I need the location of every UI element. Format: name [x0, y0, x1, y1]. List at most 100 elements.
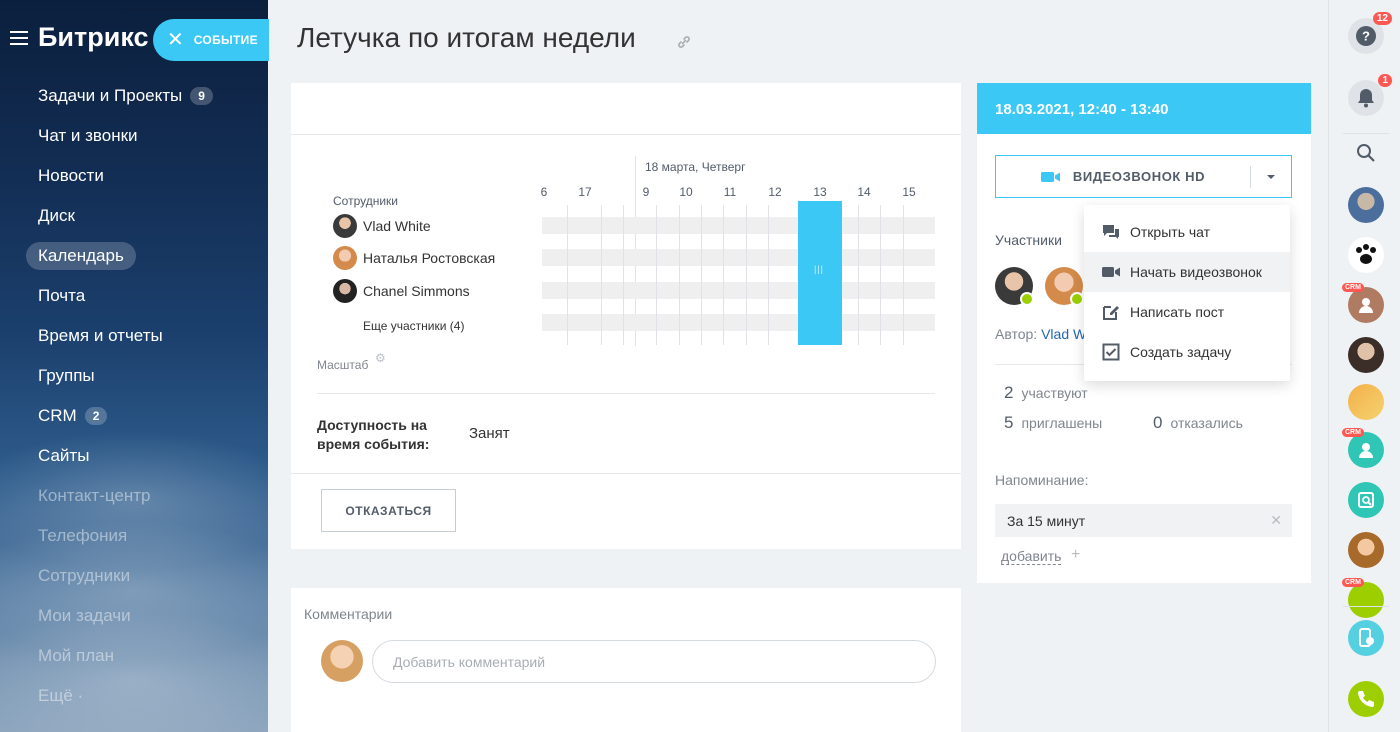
search-button[interactable] — [1348, 135, 1384, 171]
sidebar-item-label: Календарь — [26, 242, 136, 270]
video-call-main[interactable]: ВИДЕОЗВОНОК HD — [996, 156, 1250, 197]
comment-input[interactable] — [372, 640, 936, 683]
stat-declined[interactable]: 0 отказались — [1153, 413, 1243, 433]
video-call-dropdown[interactable] — [1251, 156, 1291, 197]
sidebar-item-more[interactable]: Ещё · — [26, 676, 268, 716]
sidebar-item-mail[interactable]: Почта — [26, 276, 268, 316]
contact-avatar[interactable] — [1348, 237, 1384, 273]
drag-handle-icon[interactable]: ||| — [814, 264, 824, 274]
employee-row[interactable]: Vlad White — [333, 214, 431, 238]
contact-avatar[interactable] — [1348, 337, 1384, 373]
contact-avatar[interactable]: CRM — [1342, 578, 1384, 618]
notifications-button[interactable]: 1 — [1348, 74, 1392, 116]
help-counter-badge: 12 — [1372, 12, 1392, 25]
call-button[interactable] — [1348, 681, 1384, 717]
planner-date-label: 18 марта, Четверг — [645, 160, 746, 174]
menu-item-open-chat[interactable]: Открыть чат — [1084, 212, 1290, 252]
reminder-item[interactable]: За 15 минут ✕ — [995, 504, 1292, 537]
author-row: Автор: Vlad W — [995, 326, 1086, 342]
sidebar-item-my-plan[interactable]: Мой план — [26, 636, 268, 676]
sidebar-item-sites[interactable]: Сайты — [26, 436, 268, 476]
menu-item-label: Открыть чат — [1130, 224, 1211, 240]
open-lines-button[interactable] — [1348, 482, 1384, 518]
reminder-value: За 15 минут — [1007, 513, 1086, 529]
sidebar-item-crm[interactable]: CRM 2 — [26, 396, 268, 436]
sidebar-item-groups[interactable]: Группы — [26, 356, 268, 396]
grid-line — [656, 205, 657, 345]
grid-line — [746, 205, 747, 345]
check-icon — [1070, 292, 1084, 306]
sidebar-item-label: Сотрудники — [38, 566, 131, 585]
event-time-selection[interactable]: ||| — [798, 201, 842, 345]
sidebar-item-telephony[interactable]: Телефония — [26, 516, 268, 556]
menu-icon[interactable] — [10, 30, 28, 45]
author-link[interactable]: Vlad W — [1041, 326, 1086, 342]
stat-invited[interactable]: 5 приглашены — [1004, 413, 1102, 433]
help-button[interactable]: ? 12 — [1348, 12, 1392, 54]
sidebar-item-news[interactable]: Новости — [26, 156, 268, 196]
stat-count: 5 — [1004, 413, 1014, 432]
grid-line — [880, 205, 881, 345]
scale-label: Масштаб — [317, 358, 369, 372]
plus-icon[interactable]: + — [1071, 546, 1080, 564]
sidebar-item-tasks[interactable]: Задачи и Проекты 9 — [26, 76, 268, 116]
hour-label: 13 — [813, 185, 827, 199]
sidebar-item-label: Время и отчеты — [38, 326, 163, 345]
page-title: Летучка по итогам недели — [297, 22, 636, 53]
more-participants-link[interactable]: Еще участники (4) — [363, 319, 464, 333]
employee-name: Vlad White — [363, 218, 431, 234]
question-icon: ? — [1356, 26, 1376, 46]
logo[interactable]: Битрикс — [38, 22, 149, 53]
user-icon — [1359, 298, 1373, 313]
contact-avatar[interactable] — [1348, 187, 1384, 223]
contact-avatar[interactable]: CRM — [1342, 428, 1384, 468]
availability-label: Доступность на время события: — [317, 417, 430, 452]
phone-device-icon — [1359, 628, 1374, 647]
contact-avatar[interactable]: CRM — [1342, 283, 1384, 323]
sidebar-item-my-tasks[interactable]: Мои задачи — [26, 596, 268, 636]
sidebar-item-time-reports[interactable]: Время и отчеты — [26, 316, 268, 356]
decline-button[interactable]: ОТКАЗАТЬСЯ — [321, 489, 456, 532]
grid-line — [567, 205, 568, 345]
menu-item-write-post[interactable]: Написать пост — [1084, 292, 1290, 332]
availability-value[interactable]: Занят — [469, 425, 510, 442]
link-icon[interactable] — [676, 34, 692, 50]
hour-label: 15 — [902, 185, 916, 199]
edit-icon — [1103, 306, 1119, 320]
employee-row[interactable]: Chanel Simmons — [333, 279, 470, 303]
menu-item-create-task[interactable]: Создать задачу — [1084, 332, 1290, 372]
counter-badge: 9 — [190, 87, 213, 105]
divider — [317, 393, 935, 394]
add-reminder-link[interactable]: добавить — [1001, 548, 1062, 565]
menu-item-start-video[interactable]: Начать видеозвонок — [1084, 252, 1290, 292]
user-icon — [1359, 443, 1373, 458]
shared-screen-button[interactable] — [1348, 620, 1384, 656]
sidebar-item-label: Чат и звонки — [38, 126, 138, 145]
close-icon[interactable]: ✕ — [1270, 512, 1282, 529]
contact-avatar[interactable] — [1348, 532, 1384, 568]
sidebar-item-chat[interactable]: Чат и звонки — [26, 116, 268, 156]
sidebar-item-label: Ещё · — [38, 686, 84, 705]
event-button-label: СОБЫТИЕ — [193, 33, 258, 47]
paw-icon — [1356, 244, 1376, 264]
sidebar-item-employees[interactable]: Сотрудники — [26, 556, 268, 596]
gear-icon[interactable]: ⚙ — [375, 351, 386, 365]
chat-icon — [1103, 225, 1119, 239]
close-event-button[interactable]: ✕ СОБЫТИЕ — [153, 19, 269, 61]
hour-label: 14 — [857, 185, 871, 199]
grid-line — [858, 205, 859, 345]
sidebar-item-contact-center[interactable]: Контакт-центр — [26, 476, 268, 516]
contact-avatar[interactable] — [1348, 384, 1384, 420]
video-call-button[interactable]: ВИДЕОЗВОНОК HD — [995, 155, 1292, 198]
grid-line — [723, 205, 724, 345]
sidebar-item-label: CRM — [38, 406, 77, 425]
counter-badge: 2 — [84, 407, 108, 425]
sidebar-item-calendar[interactable]: Календарь — [26, 236, 268, 276]
video-call-menu: Открыть чат Начать видеозвонок Написать … — [1084, 205, 1290, 381]
employee-row[interactable]: Наталья Ростовская — [333, 246, 495, 270]
sidebar-item-disk[interactable]: Диск — [26, 196, 268, 236]
stat-accepted[interactable]: 2 участвуют — [1004, 383, 1088, 403]
search-icon — [1357, 144, 1375, 162]
chevron-down-icon — [1267, 174, 1275, 179]
divider — [291, 473, 961, 474]
